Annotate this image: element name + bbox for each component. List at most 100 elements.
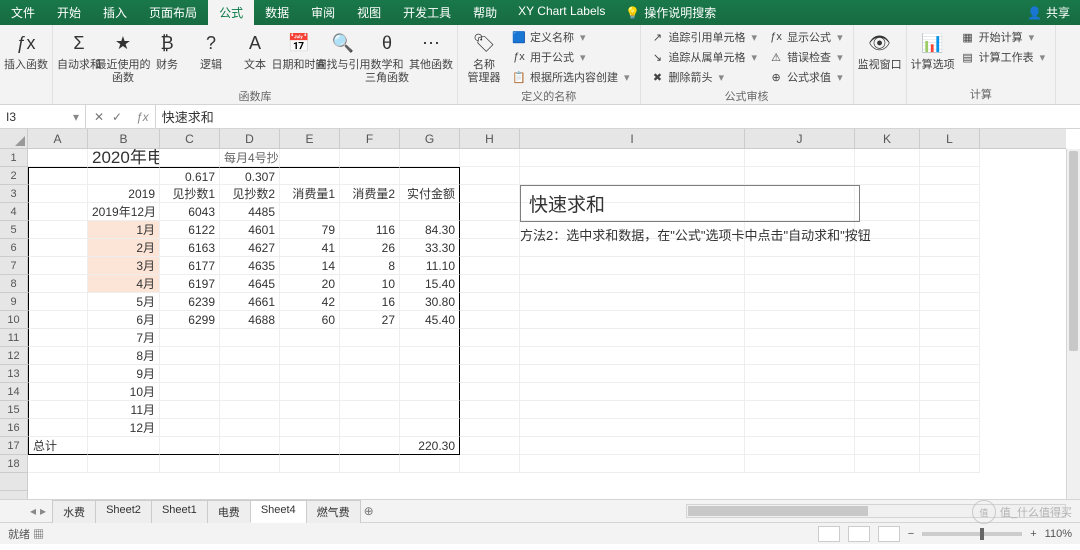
cell[interactable] — [220, 347, 280, 365]
ribbon-其他函数[interactable]: ⋯其他函数 — [409, 27, 453, 74]
row-header-16[interactable]: 16 — [0, 419, 27, 437]
cell[interactable]: 9月 — [88, 365, 160, 383]
cell[interactable] — [220, 455, 280, 473]
col-header-C[interactable]: C — [160, 129, 220, 148]
cell[interactable] — [855, 365, 920, 383]
cell[interactable]: 3月 — [88, 257, 160, 275]
cell[interactable]: 7月 — [88, 329, 160, 347]
cell[interactable]: 6197 — [160, 275, 220, 293]
cell[interactable] — [340, 437, 400, 455]
cell[interactable] — [280, 347, 340, 365]
cell[interactable] — [460, 383, 520, 401]
cell[interactable] — [160, 149, 220, 167]
ribbon-名称管理器[interactable]: 🏷名称 管理器 — [462, 27, 506, 87]
cell[interactable] — [920, 311, 980, 329]
cell[interactable] — [920, 455, 980, 473]
row-header-9[interactable]: 9 — [0, 293, 27, 311]
menu-tab-公式[interactable]: 公式 — [208, 0, 254, 25]
cell[interactable] — [340, 347, 400, 365]
cell[interactable] — [855, 347, 920, 365]
cell[interactable] — [280, 383, 340, 401]
ribbon-数学和三角函数[interactable]: θ数学和 三角函数 — [365, 27, 409, 87]
cell[interactable] — [520, 455, 745, 473]
cell[interactable] — [855, 293, 920, 311]
cell[interactable] — [220, 419, 280, 437]
cell[interactable]: 2月 — [88, 239, 160, 257]
cell[interactable] — [340, 203, 400, 221]
row-header-4[interactable]: 4 — [0, 203, 27, 221]
cell[interactable]: 0.307 — [220, 167, 280, 185]
zoom-slider[interactable] — [922, 532, 1022, 536]
cell[interactable] — [920, 185, 980, 203]
cell[interactable] — [340, 167, 400, 185]
ribbon-财务[interactable]: ₿财务 — [145, 27, 189, 74]
cell[interactable] — [28, 185, 88, 203]
cell[interactable]: 总计 — [28, 437, 88, 455]
col-header-I[interactable]: I — [520, 129, 745, 148]
ribbon-日期和时间[interactable]: 📅日期和时间 — [277, 27, 321, 74]
add-sheet-button[interactable]: ⊕ — [360, 504, 378, 518]
cell[interactable]: 41 — [280, 239, 340, 257]
col-header-K[interactable]: K — [855, 129, 920, 148]
cell[interactable]: 8月 — [88, 347, 160, 365]
cell[interactable] — [160, 329, 220, 347]
col-header-D[interactable]: D — [220, 129, 280, 148]
row-header-5[interactable]: 5 — [0, 221, 27, 239]
cell[interactable]: 6299 — [160, 311, 220, 329]
textbox-quick-sum[interactable]: 快速求和 — [520, 185, 860, 222]
cell[interactable] — [340, 365, 400, 383]
cell[interactable]: 4485 — [220, 203, 280, 221]
addin-xy-chart-labels[interactable]: XY Chart Labels — [508, 0, 615, 25]
cell[interactable] — [855, 437, 920, 455]
cell[interactable] — [745, 383, 855, 401]
cell[interactable] — [88, 167, 160, 185]
cell[interactable] — [745, 365, 855, 383]
cell[interactable] — [220, 383, 280, 401]
cell[interactable] — [460, 257, 520, 275]
cell[interactable]: 2020年电费 — [88, 149, 160, 167]
cell[interactable] — [460, 329, 520, 347]
tell-me-search[interactable]: 💡操作说明搜索 — [615, 0, 726, 25]
cell[interactable] — [28, 239, 88, 257]
cancel-icon[interactable]: ✕ — [90, 110, 108, 124]
cell[interactable] — [855, 275, 920, 293]
row-header-7[interactable]: 7 — [0, 257, 27, 275]
cell[interactable] — [220, 365, 280, 383]
cell[interactable]: 6043 — [160, 203, 220, 221]
cell[interactable] — [220, 437, 280, 455]
cell[interactable]: 11月 — [88, 401, 160, 419]
cell[interactable] — [920, 365, 980, 383]
cell[interactable] — [28, 311, 88, 329]
cell[interactable]: 45.40 — [400, 311, 460, 329]
cell[interactable] — [855, 257, 920, 275]
scrollbar-thumb[interactable] — [1069, 151, 1078, 351]
cell[interactable] — [920, 275, 980, 293]
cell[interactable] — [400, 383, 460, 401]
col-header-A[interactable]: A — [28, 129, 88, 148]
row-header-10[interactable]: 10 — [0, 311, 27, 329]
cell[interactable] — [745, 455, 855, 473]
cell[interactable]: 12月 — [88, 419, 160, 437]
cell[interactable] — [28, 149, 88, 167]
col-header-E[interactable]: E — [280, 129, 340, 148]
cell[interactable] — [520, 347, 745, 365]
cell[interactable] — [745, 329, 855, 347]
row-header-[interactable] — [0, 473, 27, 491]
cell[interactable] — [160, 455, 220, 473]
row-header-11[interactable]: 11 — [0, 329, 27, 347]
cell[interactable] — [920, 329, 980, 347]
menu-tab-帮助[interactable]: 帮助 — [462, 0, 508, 25]
cell[interactable]: 116 — [340, 221, 400, 239]
cell[interactable]: 42 — [280, 293, 340, 311]
row-header-1[interactable]: 1 — [0, 149, 27, 167]
cell[interactable] — [280, 149, 340, 167]
cell[interactable] — [160, 419, 220, 437]
cell[interactable] — [920, 203, 980, 221]
ribbon-用于公式[interactable]: ƒx用于公式▾ — [506, 47, 636, 67]
cell[interactable] — [745, 149, 855, 167]
cell[interactable] — [920, 257, 980, 275]
cell[interactable] — [460, 437, 520, 455]
cell[interactable]: 实付金额 — [400, 185, 460, 203]
cell[interactable] — [160, 365, 220, 383]
cell[interactable] — [920, 149, 980, 167]
